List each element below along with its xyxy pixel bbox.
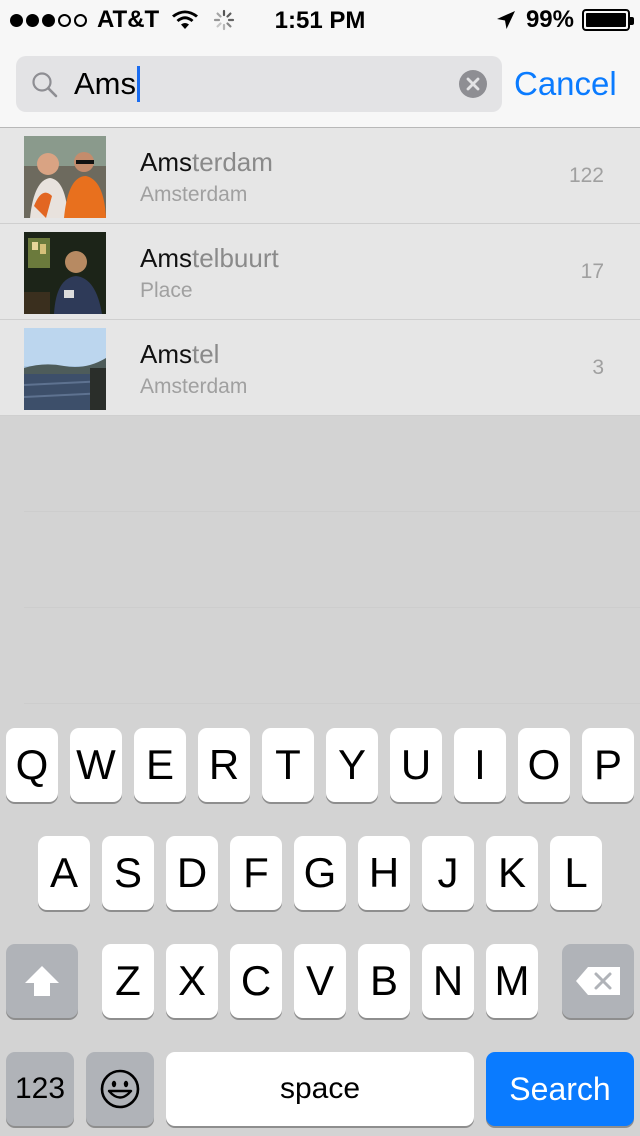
empty-results-area: [0, 416, 640, 716]
numbers-key[interactable]: 123: [6, 1052, 74, 1126]
shift-key[interactable]: [6, 944, 78, 1018]
key-f[interactable]: F: [230, 836, 282, 910]
list-item[interactable]: Amsterdam Amsterdam 122: [0, 128, 640, 224]
key-c[interactable]: C: [230, 944, 282, 1018]
result-thumbnail: [24, 136, 106, 218]
result-count: 17: [580, 260, 604, 283]
result-subtitle: Place: [140, 279, 193, 302]
key-v[interactable]: V: [294, 944, 346, 1018]
clear-text-icon[interactable]: [458, 69, 488, 99]
key-z[interactable]: Z: [102, 944, 154, 1018]
backspace-icon: [576, 967, 620, 995]
delete-key[interactable]: [562, 944, 634, 1018]
emoji-key[interactable]: [86, 1052, 154, 1126]
battery-level-fill: [586, 13, 626, 27]
result-thumbnail: [24, 328, 106, 410]
search-key[interactable]: Search: [486, 1052, 634, 1126]
search-icon: [32, 72, 58, 98]
key-h[interactable]: H: [358, 836, 410, 910]
key-g[interactable]: G: [294, 836, 346, 910]
result-thumbnail: [24, 232, 106, 314]
search-header: Ams Cancel: [0, 40, 640, 128]
key-t[interactable]: T: [262, 728, 314, 802]
search-query-text: Ams: [74, 66, 136, 101]
list-item[interactable]: Amstel Amsterdam 3: [0, 320, 640, 416]
result-title: Amsterdam: [140, 147, 273, 177]
search-results-list: Amsterdam Amsterdam 122 Amstelbuurt Plac…: [0, 128, 640, 416]
key-l[interactable]: L: [550, 836, 602, 910]
key-j[interactable]: J: [422, 836, 474, 910]
result-title: Amstel: [140, 339, 220, 369]
key-p[interactable]: P: [582, 728, 634, 802]
key-e[interactable]: E: [134, 728, 186, 802]
key-b[interactable]: B: [358, 944, 410, 1018]
space-key[interactable]: space: [166, 1052, 474, 1126]
emoji-smiley-icon: [100, 1069, 140, 1109]
key-m[interactable]: M: [486, 944, 538, 1018]
result-subtitle: Amsterdam: [140, 183, 248, 206]
key-a[interactable]: A: [38, 836, 90, 910]
battery-percent: 99%: [525, 6, 574, 33]
key-q[interactable]: Q: [6, 728, 58, 802]
search-input[interactable]: Ams: [74, 64, 140, 104]
key-k[interactable]: K: [486, 836, 538, 910]
key-x[interactable]: X: [166, 944, 218, 1018]
key-d[interactable]: D: [166, 836, 218, 910]
battery-icon: [582, 9, 634, 31]
result-count: 3: [592, 356, 604, 379]
key-n[interactable]: N: [422, 944, 474, 1018]
keyboard: Q W E R T Y U I O P A S D F G H J K L Z …: [0, 716, 640, 1136]
key-r[interactable]: R: [198, 728, 250, 802]
location-arrow-icon: [496, 11, 515, 29]
status-right: 99%: [496, 6, 634, 33]
status-bar: AT&T 1:51 PM 99%: [0, 0, 640, 40]
shift-arrow-icon: [25, 966, 59, 996]
result-count: 122: [568, 164, 604, 187]
key-y[interactable]: Y: [326, 728, 378, 802]
result-title: Amstelbuurt: [140, 243, 279, 273]
result-subtitle: Amsterdam: [140, 375, 248, 398]
cancel-button[interactable]: Cancel: [514, 64, 617, 104]
key-i[interactable]: I: [454, 728, 506, 802]
key-o[interactable]: O: [518, 728, 570, 802]
search-field[interactable]: Ams: [16, 56, 502, 112]
key-s[interactable]: S: [102, 836, 154, 910]
key-u[interactable]: U: [390, 728, 442, 802]
key-w[interactable]: W: [70, 728, 122, 802]
list-item[interactable]: Amstelbuurt Place 17: [0, 224, 640, 320]
text-caret: [137, 66, 140, 102]
